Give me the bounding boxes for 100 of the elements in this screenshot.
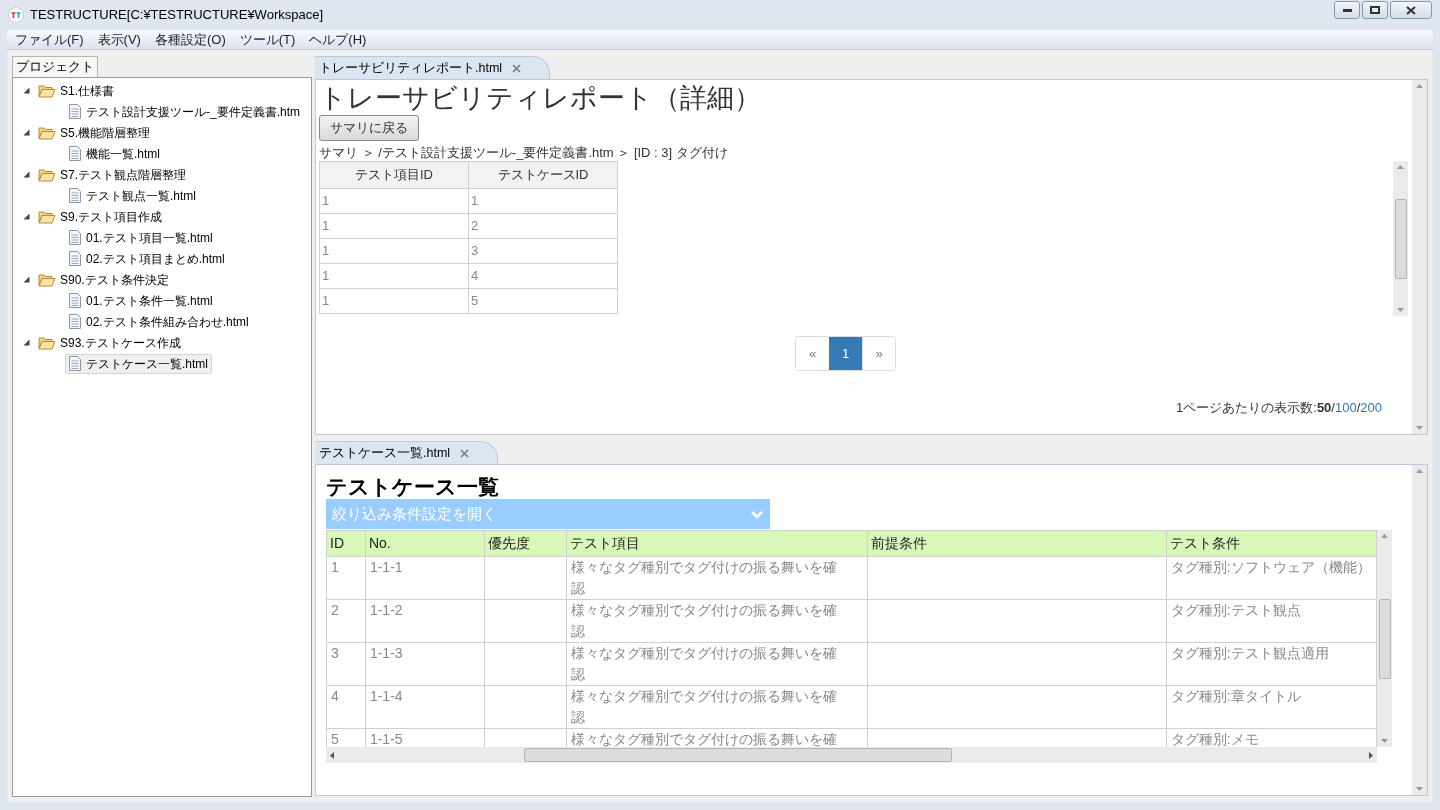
scroll-up-icon[interactable] — [1416, 84, 1423, 88]
scroll-down-icon[interactable] — [1397, 308, 1404, 312]
folder-icon — [38, 272, 56, 287]
expanded-icon[interactable] — [23, 87, 30, 94]
scroll-up-icon[interactable] — [1416, 469, 1423, 473]
tree-item[interactable]: 02.テスト条件組み合わせ.html — [65, 311, 253, 332]
tree-item[interactable]: テストケース一覧.html — [65, 353, 212, 374]
document-icon — [69, 314, 81, 329]
tree-item[interactable]: テスト観点一覧.html — [65, 185, 200, 206]
expanded-icon[interactable] — [23, 213, 30, 220]
document-icon — [69, 251, 81, 266]
page-title: トレーサビリティレポート（詳細） — [319, 82, 762, 114]
expanded-icon[interactable] — [23, 171, 30, 178]
vertical-scrollbar[interactable] — [1377, 530, 1392, 747]
table-cell: 1-1-1 — [365, 556, 485, 600]
table-cell: 1-1-4 — [365, 685, 485, 729]
column-header: テスト項目 — [566, 530, 868, 557]
tree-item[interactable]: S90.テスト条件決定 — [56, 269, 173, 290]
tree-item[interactable]: テスト設計支援ツール-_要件定義書.htm — [65, 101, 304, 122]
scroll-down-icon[interactable] — [1416, 426, 1423, 430]
separator: / — [1356, 399, 1361, 417]
document-icon — [69, 146, 81, 161]
tree-item[interactable]: 01.テスト項目一覧.html — [65, 227, 217, 248]
tree-item[interactable]: 01.テスト条件一覧.html — [65, 290, 217, 311]
table-cell: 1 — [468, 188, 618, 214]
table-cell: 3 — [468, 238, 618, 264]
column-header: 優先度 — [484, 530, 567, 557]
expanded-icon[interactable] — [23, 339, 30, 346]
table-cell: 4 — [468, 263, 618, 289]
horizontal-scrollbar[interactable] — [326, 747, 1377, 763]
vertical-scrollbar[interactable] — [1412, 465, 1427, 795]
table-cell: 様々なタグ種別でタグ付けの振る舞いを確認 — [566, 599, 868, 643]
table-cell: 1 — [319, 263, 469, 289]
tree-item[interactable]: S7.テスト観点階層整理 — [56, 164, 190, 185]
folder-icon — [38, 335, 56, 350]
scroll-left-icon[interactable] — [330, 751, 334, 759]
column-header: テストケースID — [468, 161, 618, 189]
tree-item[interactable]: 機能一覧.html — [65, 143, 164, 164]
table-cell: タグ種別:章タイトル — [1166, 685, 1377, 729]
column-header: テスト条件 — [1166, 530, 1377, 557]
scroll-up-icon[interactable] — [1381, 534, 1388, 538]
editor-tab[interactable]: トレーサビリティレポート.html — [315, 56, 551, 79]
per-page-label: 1ページあたりの表示数: — [1176, 399, 1317, 417]
scroll-up-icon[interactable] — [1397, 165, 1404, 169]
folder-icon — [38, 83, 56, 98]
panel-tab[interactable]: プロジェクト — [12, 56, 98, 77]
per-page-option[interactable]: 200 — [1360, 398, 1382, 418]
table-cell: 5 — [468, 288, 618, 314]
scroll-right-icon[interactable] — [1369, 751, 1373, 759]
document-icon — [69, 293, 81, 308]
table-cell: 2 — [326, 599, 366, 643]
separator: / — [1331, 399, 1335, 417]
page-title: テストケース一覧 — [326, 475, 500, 499]
table-cell: 1 — [319, 188, 469, 214]
folder-icon — [38, 167, 56, 182]
tree-item[interactable]: S5.機能階層整理 — [56, 122, 154, 143]
scroll-down-icon[interactable] — [1381, 739, 1388, 743]
column-header: ID — [326, 530, 366, 557]
table-cell: 1-1-3 — [365, 642, 485, 686]
per-page-option[interactable]: 100 — [1334, 398, 1357, 418]
expanded-icon[interactable] — [23, 276, 30, 283]
page-link[interactable]: 1 — [829, 337, 862, 370]
table-cell: 1 — [326, 556, 366, 600]
menu-item[interactable]: 表示(V) — [97, 29, 141, 50]
tree-item[interactable]: 02.テスト項目まとめ.html — [65, 248, 229, 269]
editor-tab[interactable]: テストケース一覧.html — [315, 441, 499, 464]
column-header: 前提条件 — [867, 530, 1167, 557]
table-cell: タグ種別:ソフトウェア（機能） — [1166, 556, 1377, 600]
back-button[interactable]: サマリに戻る — [319, 115, 419, 141]
scroll-down-icon[interactable] — [1416, 787, 1423, 791]
chevron-down-icon — [750, 509, 764, 519]
table-cell: 4 — [326, 685, 366, 729]
table-cell: 1 — [319, 238, 469, 264]
table-cell: 3 — [326, 642, 366, 686]
maximize-icon[interactable] — [1362, 1, 1388, 19]
vertical-scrollbar[interactable] — [1393, 161, 1408, 316]
tree-item[interactable]: S9.テスト項目作成 — [56, 206, 166, 227]
column-header: No. — [365, 530, 485, 557]
document-icon — [69, 188, 81, 203]
page-link[interactable]: » — [862, 337, 895, 370]
per-page-option[interactable]: 50 — [1316, 398, 1332, 418]
menu-item[interactable]: 各種設定(O) — [154, 29, 226, 50]
document-icon — [69, 356, 81, 371]
vertical-scrollbar[interactable] — [1412, 80, 1427, 434]
menu-item[interactable]: ヘルプ(H) — [309, 29, 367, 50]
document-icon — [69, 104, 81, 119]
document-icon — [69, 230, 81, 245]
table-cell: 様々なタグ種別でタグ付けの振る舞いを確認 — [566, 685, 868, 729]
table-cell: 2 — [468, 213, 618, 239]
table-cell: 様々なタグ種別でタグ付けの振る舞いを確認 — [566, 556, 868, 600]
folder-icon — [38, 209, 56, 224]
menu-item[interactable]: ツール(T) — [239, 29, 296, 50]
table-cell: 1 — [319, 288, 469, 314]
tree-item[interactable]: S1.仕様書 — [56, 80, 118, 101]
menu-item[interactable]: ファイル(F) — [15, 29, 84, 50]
close-icon[interactable] — [1390, 1, 1432, 19]
expanded-icon[interactable] — [23, 129, 30, 136]
table-cell: タグ種別:テスト観点適用 — [1166, 642, 1377, 686]
tree-item[interactable]: S93.テストケース作成 — [56, 332, 185, 353]
minimize-icon[interactable] — [1334, 1, 1360, 19]
